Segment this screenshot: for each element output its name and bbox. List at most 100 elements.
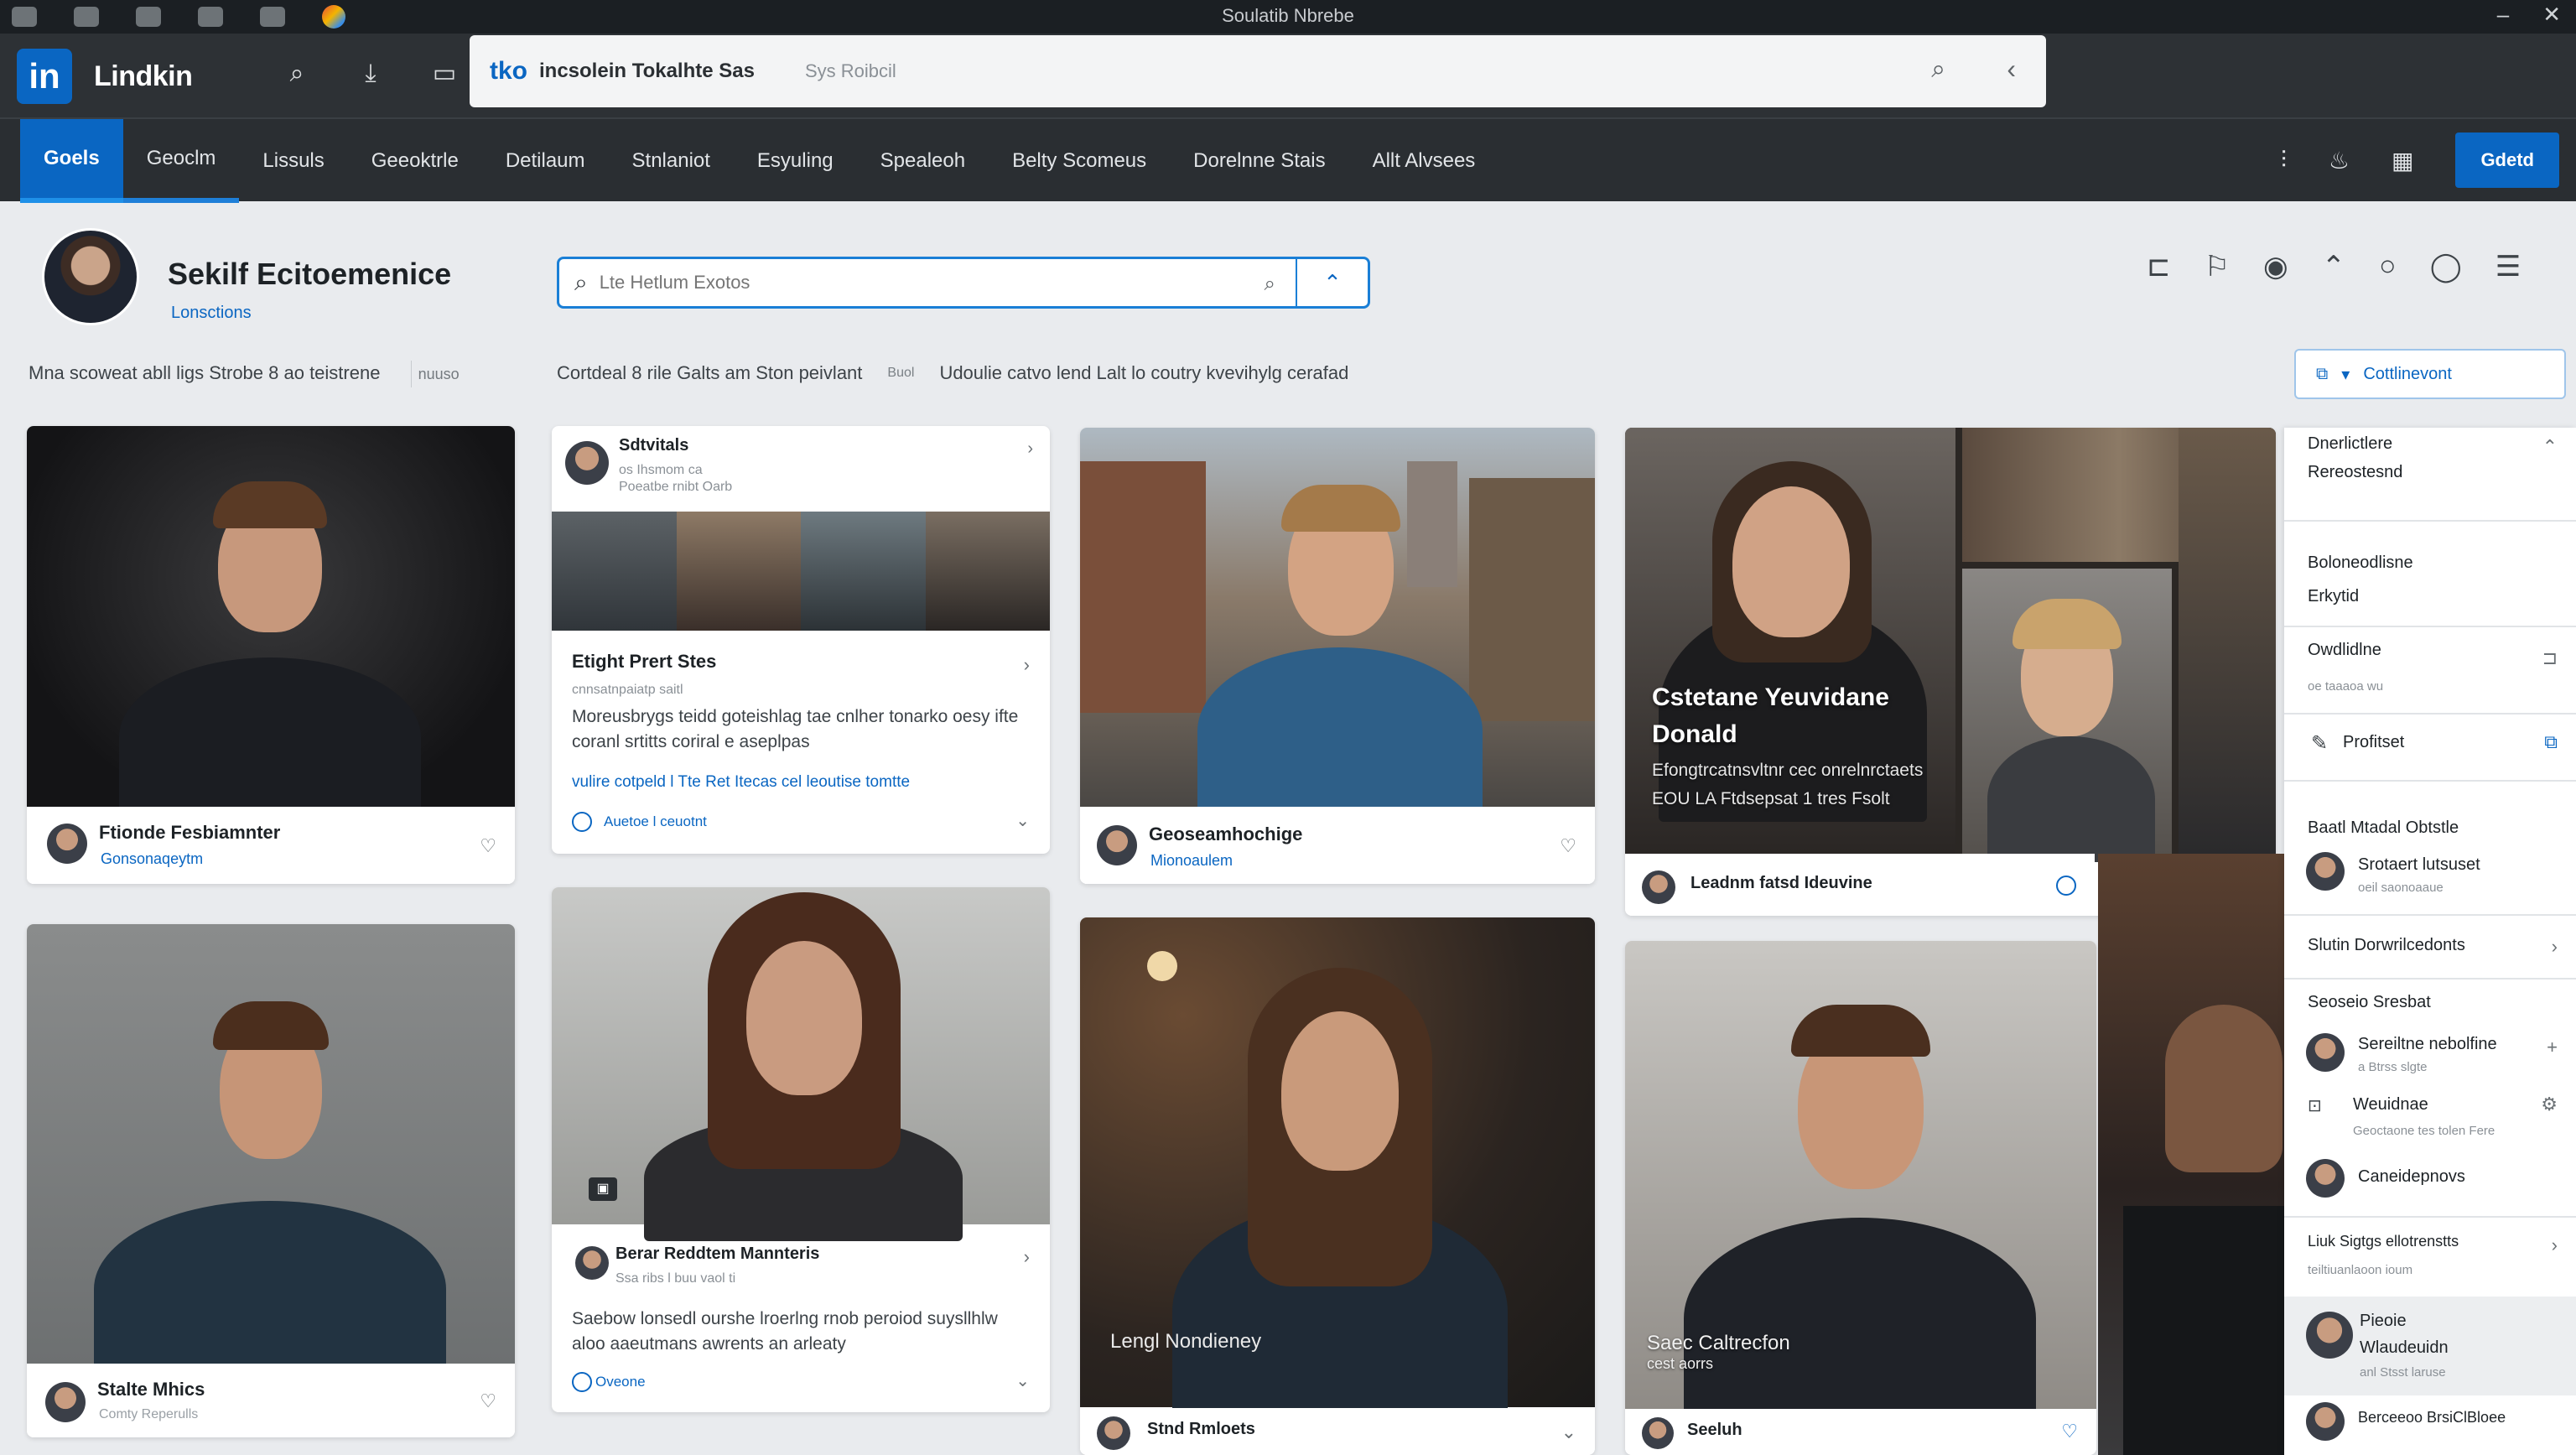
heart-icon[interactable]: ♡ xyxy=(1560,835,1576,857)
post-title[interactable]: Etight Prert Stes xyxy=(572,651,716,673)
tab-goels[interactable]: Goels xyxy=(20,119,123,203)
video-icon[interactable]: ◉ xyxy=(2263,250,2288,283)
tab-stnlaniot[interactable]: Stnlaniot xyxy=(609,119,734,203)
heart-icon[interactable]: ♡ xyxy=(480,1390,496,1412)
menu-icon[interactable]: ☰ xyxy=(2496,250,2521,283)
filter-summary-small[interactable]: Buol xyxy=(887,366,914,384)
search-submit-icon[interactable]: ⌕ xyxy=(1265,273,1275,296)
tab-detilaum[interactable]: Detilaum xyxy=(482,119,609,203)
sidebar-item[interactable]: Profitset xyxy=(2343,733,2404,752)
chevron-left-icon[interactable]: ‹ xyxy=(2007,54,2016,85)
status-ring-icon[interactable] xyxy=(2056,876,2076,896)
tab-belty-scomeus[interactable]: Belty Scomeus xyxy=(989,119,1170,203)
post-author[interactable]: Sdtvitals xyxy=(619,436,688,455)
sidebar-item[interactable]: Boloneodlisne xyxy=(2308,553,2413,573)
download-icon[interactable]: ⤓ xyxy=(356,59,386,89)
apps-grid-icon[interactable]: ▦ xyxy=(2392,147,2413,174)
search-icon[interactable]: ⌕ xyxy=(282,59,312,89)
sidebar-item[interactable]: Berceeoo BrsiClBloee xyxy=(2358,1409,2506,1426)
sidebar-item-selected[interactable]: Pieoie Wlaudeuidn anl Stsst laruse xyxy=(2284,1297,2576,1395)
chart-icon[interactable]: ⫶ xyxy=(2281,147,2287,174)
sidebar-item[interactable]: Srotaert lutsuset xyxy=(2358,855,2480,875)
heart-icon[interactable]: ♡ xyxy=(480,835,496,857)
brand[interactable]: in Lindkin xyxy=(17,49,193,104)
search-input[interactable] xyxy=(599,272,1237,294)
tab-lissuls[interactable]: Lissuls xyxy=(239,119,347,203)
post-menu-icon[interactable]: › xyxy=(1027,439,1033,459)
featured-card[interactable]: Cstetane Yeuvidane Donald Efongtrcatnsvl… xyxy=(1625,428,2276,916)
profile-card[interactable]: Stalte Mhics Comty Reperulls ♡ xyxy=(27,924,515,1437)
chevron-down-icon[interactable]: ⌄ xyxy=(1015,1370,1030,1391)
profile-card[interactable]: Ftionde Fesbiamnter Gonsonaqeytm ♡ xyxy=(27,426,515,884)
site-badge: tko xyxy=(490,57,527,85)
bell-icon[interactable]: ♨ xyxy=(2329,147,2350,174)
profile-card[interactable]: Lengl Nondieney Stnd Rmloets ⌄ xyxy=(1080,917,1595,1455)
photo-caption: Lengl Nondieney xyxy=(1110,1330,1262,1353)
post-expand-icon[interactable]: › xyxy=(1024,654,1030,676)
window-controls: – ✕ xyxy=(2497,2,2561,28)
connect-button[interactable]: ⧉ ▾ Cottlinevont xyxy=(2294,349,2566,399)
search-filter-button[interactable]: ⌃ xyxy=(1296,259,1368,306)
sidebar-section-title[interactable]: Slutin Dorwrilcedonts xyxy=(2308,936,2465,955)
tab-dorelnne-stais[interactable]: Dorelnne Stais xyxy=(1170,119,1348,203)
primary-action-button[interactable]: Gdetd xyxy=(2455,133,2559,188)
address-search-icon[interactable]: ⌕ xyxy=(1931,55,1945,84)
post-card[interactable]: Sdtvitals os Ihsmom ca Poeatbe rnibt Oar… xyxy=(552,426,1050,854)
bookmark-icon[interactable]: ⊐ xyxy=(2542,647,2558,669)
caret-icon[interactable]: ⌃ xyxy=(2322,250,2346,283)
sidebar-item[interactable]: Owdlidlne xyxy=(2308,641,2381,660)
sidebar-item[interactable]: Caneidepnovs xyxy=(2358,1167,2465,1187)
post-link[interactable]: vulire cotpeld l Tte Ret Itecas cel leou… xyxy=(572,773,910,792)
post-expand-icon[interactable]: › xyxy=(1024,1246,1030,1268)
add-icon[interactable]: + xyxy=(2547,1037,2558,1058)
tab-spealeoh[interactable]: Spealeoh xyxy=(857,119,989,203)
chat-bubble-icon[interactable]: ◯ xyxy=(2430,250,2462,283)
sidebar-item-sub-2: anl Stsst laruse xyxy=(2360,1365,2446,1380)
tab-geeoktrle[interactable]: Geeoktrle xyxy=(348,119,482,203)
sidebar-item[interactable]: Sereiltne nebolfine xyxy=(2358,1035,2497,1054)
sidebar-section-title[interactable]: Liuk Sigtgs ellotrenstts xyxy=(2308,1233,2459,1250)
flag-icon[interactable]: ⚐ xyxy=(2205,250,2230,283)
post-action[interactable]: Oveone xyxy=(595,1374,646,1390)
radio-icon[interactable] xyxy=(572,1372,592,1392)
chevron-down-icon[interactable]: ⌄ xyxy=(1561,1421,1576,1443)
featured-desc-line2: EOU LA Ftdsepsat 1 tres Fsolt xyxy=(1652,789,1890,808)
settings-icon[interactable]: ⚙ xyxy=(2541,1094,2558,1115)
layout-icon[interactable]: ⊏ xyxy=(2147,250,2171,283)
pin-icon[interactable]: ⌃ xyxy=(2542,436,2558,458)
profile-connections-link[interactable]: Lonsctions xyxy=(171,304,252,323)
sidebar-item[interactable]: Dnerlictlere xyxy=(2308,434,2392,454)
card-subtitle[interactable]: Mionoaulem xyxy=(1150,852,1233,870)
chevron-icon[interactable]: › xyxy=(2552,1234,2558,1256)
card-subtitle[interactable]: Gonsonaqeytm xyxy=(101,850,203,868)
address-bar[interactable]: tko incsolein Tokalhte Sas Sys Roibcil ⌕… xyxy=(470,35,2046,107)
post-author[interactable]: Berar Reddtem Mannteris xyxy=(615,1245,819,1264)
heart-icon[interactable]: ♡ xyxy=(2061,1421,2078,1442)
tab-esyuling[interactable]: Esyuling xyxy=(734,119,857,203)
close-icon[interactable]: ✕ xyxy=(2542,2,2561,28)
minimize-icon[interactable]: – xyxy=(2497,2,2509,28)
tab-allt-alvsees[interactable]: Allt Alvsees xyxy=(1349,119,1499,203)
sidebar-item[interactable]: Weuidnae xyxy=(2353,1095,2428,1115)
media-badge-icon[interactable]: ▣ xyxy=(589,1177,617,1201)
radio-icon[interactable] xyxy=(572,812,592,832)
avatar[interactable] xyxy=(42,228,139,325)
chevron-down-icon[interactable]: ⌄ xyxy=(1015,810,1030,831)
post-card[interactable]: ▣ Berar Reddtem Mannteris Ssa ribs l buu… xyxy=(552,887,1050,1412)
photo-caption: Saec Caltrecfon cest aorrs xyxy=(1647,1332,1790,1373)
featured-name[interactable]: Leadnm fatsd Ideuvine xyxy=(1690,874,1872,893)
profile-card[interactable]: Geoseamhochige Mionoaulem ♡ xyxy=(1080,428,1595,884)
circle-icon[interactable]: ○ xyxy=(2379,250,2397,283)
avatar xyxy=(1097,1416,1130,1450)
post-action[interactable]: Auetoe l ceuotnt xyxy=(604,813,707,830)
os-title-bar: Soulatib Nbrebe – ✕ xyxy=(0,0,2576,34)
avatar xyxy=(1642,870,1675,904)
tab-geoclm[interactable]: Geoclm xyxy=(122,119,240,203)
window-icon[interactable]: ▭ xyxy=(429,59,460,89)
group-icon: ⊡ xyxy=(2308,1097,2322,1115)
post-body: Moreusbrygs teidd goteishlag tae cnlher … xyxy=(572,707,1019,751)
external-link-icon[interactable]: ⧉ xyxy=(2544,731,2558,753)
chevron-icon[interactable]: › xyxy=(2552,936,2558,958)
profile-card[interactable]: Saec Caltrecfon cest aorrs Seeluh ♡ xyxy=(1625,941,2096,1455)
profile-summary-tag[interactable]: nuuso xyxy=(410,361,466,387)
